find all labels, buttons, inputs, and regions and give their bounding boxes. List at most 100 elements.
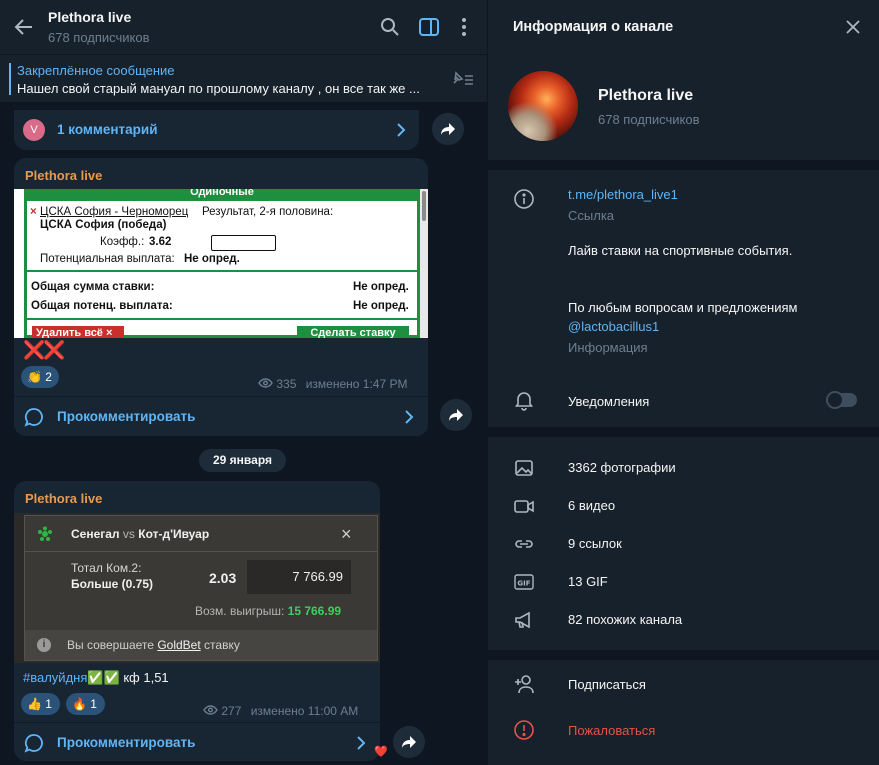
comment-label: Прокомментировать [57,735,196,750]
section-separator [488,160,879,170]
slip-info-text: Вы совершаете GoldBet ставку [67,638,240,652]
close-x-icon: × [341,524,352,544]
slip-stake: 7 766.99 [247,560,351,594]
eye-icon [258,377,276,391]
avatar-dust [508,101,558,141]
post-caption: ❌❌ [23,340,66,360]
info-circle-icon [513,188,535,210]
chevron-right-icon [402,409,416,425]
slip-odds-value: 3.62 [149,236,172,248]
comments-link[interactable]: 1 комментарий [14,110,419,150]
channel-avatar[interactable] [508,71,578,141]
reaction-pill[interactable]: 🔥 1 [66,693,105,715]
share-button[interactable] [440,399,472,431]
slip-odds: 2.03 [209,570,237,586]
comment-link[interactable]: Прокомментировать [14,722,380,761]
channel-info-panel: Информация о канале Plethora live 678 по… [487,0,879,765]
views-count: 277 [221,704,242,718]
share-button[interactable] [393,726,425,758]
share-button[interactable] [432,113,464,145]
reaction-pill[interactable]: 👍 1 [21,693,60,715]
commenter-avatar: V [23,119,45,141]
media-photos[interactable]: 3362 фотографии [568,460,676,475]
stake-input-box [211,235,276,251]
post-meta: 335 изменено 1:47 PM [258,377,407,391]
post-caption: #валуйдня✅✅ кф 1,51 [23,670,169,686]
slip-divider [27,270,417,272]
remove-x-icon[interactable]: × [30,206,37,218]
similar-channels[interactable]: 82 похожих канала [568,612,682,627]
bet-slip-image[interactable]: Сенегал vs Кот-д'Ивуар × Тотал Ком.2: Бо… [14,513,380,663]
chat-header: Plethora live 678 подписчиков [0,0,487,54]
slip-payout-label: Потенциальная выплата: [40,253,175,265]
toggle-knob [826,391,844,409]
section-separator [488,427,879,437]
more-vertical-icon[interactable] [452,15,476,39]
slip-market: Результат, 2-я половина: [202,206,334,218]
notifications-toggle[interactable] [826,391,857,409]
slip-market-line1: Тотал Ком.2: [71,561,142,575]
caption-emoji: ✅✅ [87,670,120,685]
heart-reaction-icon: ❤️ [374,746,388,758]
slip-market-line2: Больше (0.75) [71,577,154,591]
comment-link[interactable]: Прокомментировать [14,396,428,436]
slip-match: ЦСКА София - Черноморец [40,206,189,218]
soccer-ball-icon [37,526,53,542]
slip-odds-label: Коэфф.: [100,236,145,248]
caption-text: кф 1,51 [119,670,169,685]
slip-place-bet-button: Сделать ставку [297,326,409,338]
channel-link[interactable]: t.me/plethora_live1 [568,187,678,202]
mention-link[interactable]: @lactobacillus1 [568,319,659,334]
slip-total-payout-label: Общая потенц. выплата: [31,300,173,312]
media-links[interactable]: 9 ссылок [568,536,622,551]
team-away: Кот-д'Ивуар [138,527,210,541]
slip-delete-button: Удалить всё × [32,326,124,338]
chat-title[interactable]: Plethora live [48,9,131,25]
reaction-count: 2 [45,370,52,384]
reaction-emoji: 👍 [27,697,42,711]
share-arrow-icon [441,123,455,135]
slip-payout-value: Не опред. [184,253,240,265]
media-videos[interactable]: 6 видео [568,498,615,513]
slip-match: Сенегал vs Кот-д'Ивуар [71,527,209,541]
media-gifs[interactable]: 13 GIF [568,574,608,589]
reaction-pill[interactable]: 👏 2 [21,366,59,388]
back-arrow-icon[interactable] [12,15,36,39]
close-icon[interactable] [843,17,863,37]
sidebar-toggle-icon[interactable] [417,15,441,39]
slip-total-stake-label: Общая сумма ставки: [31,281,155,293]
photo-icon [513,457,535,479]
edited-time: изменено 1:47 PM [305,377,408,391]
bell-icon [513,389,535,411]
info-icon: i [37,638,51,652]
search-icon[interactable] [378,15,402,39]
slip-panel: Сенегал vs Кот-д'Ивуар × Тотал Ком.2: Бо… [24,515,378,661]
reaction-count: 1 [45,697,52,711]
slip-total-stake-value: Не опред. [353,281,409,293]
megaphone-icon [513,609,535,631]
post-author[interactable]: Plethora live [25,168,102,183]
pin-list-icon[interactable] [448,69,476,89]
share-arrow-icon [402,736,416,748]
comment-label: Прокомментировать [57,409,196,424]
slip-potential-win: Возм. выигрыш: 15 766.99 [195,604,341,618]
section-separator [488,650,879,660]
subscribe-button[interactable]: Подписаться [568,677,646,692]
description-line: По любым вопросам и предложениям [568,300,798,315]
post-author[interactable]: Plethora live [25,491,102,506]
slip-title-row: Сенегал vs Кот-д'Ивуар × [25,516,377,552]
slip-scrollbar-thumb [422,191,426,221]
pinned-message[interactable]: Закреплённое сообщение Нашел свой старый… [0,54,487,102]
report-button[interactable]: Пожаловаться [568,723,655,738]
link-icon [513,533,535,555]
channel-subscribers: 678 подписчиков [598,112,700,127]
description-caption: Информация [568,340,648,355]
report-warning-icon [513,719,535,741]
bet-slip-image[interactable]: Одиночные × ЦСКА София - Черноморец Резу… [14,189,428,338]
post-meta: 277 изменено 11:00 AM [203,704,358,718]
info-suffix: ставку [204,638,240,652]
versus-label: vs [122,527,135,541]
info-brand: GoldBet [157,638,201,652]
comment-bubble-icon [24,407,44,427]
hashtag-link[interactable]: #валуйдня [23,670,87,685]
